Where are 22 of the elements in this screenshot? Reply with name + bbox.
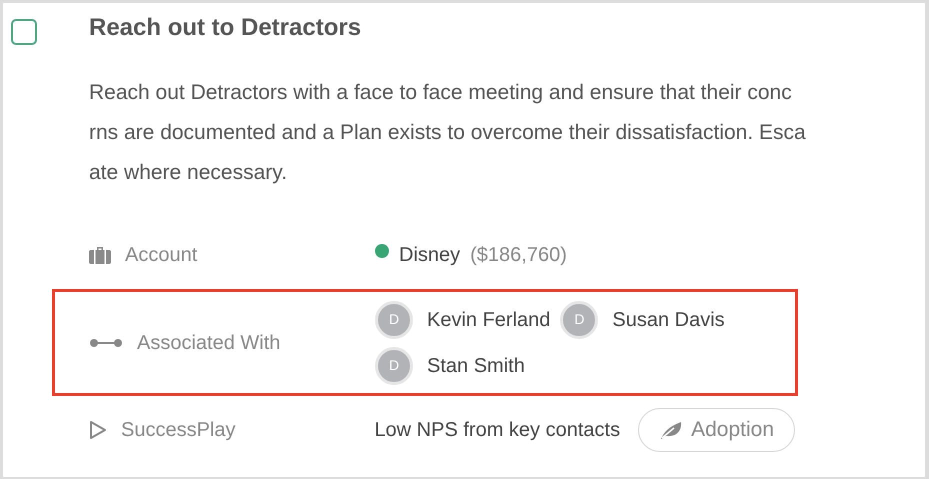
field-label: Account	[125, 243, 198, 268]
play-name[interactable]: Low NPS from key contacts	[374, 415, 620, 445]
contact-name[interactable]: Kevin Ferland	[427, 304, 550, 334]
avatar: D	[375, 346, 413, 384]
contact-name[interactable]: Stan Smith	[427, 350, 525, 380]
tag-chip[interactable]: Adoption	[638, 408, 795, 452]
leaf-icon	[659, 420, 684, 440]
field-label: Associated With	[137, 330, 280, 356]
account-amount: ($186,760)	[470, 243, 567, 268]
task-checkbox[interactable]	[11, 19, 37, 45]
contact-name[interactable]: Susan Davis	[612, 304, 725, 334]
account-name[interactable]: Disney	[399, 240, 460, 270]
description-line: rns are documented and a Plan exists to overcome their dissatisfaction. Esca	[89, 120, 806, 146]
description-line: ate where necessary.	[89, 160, 288, 186]
briefcase-icon	[89, 246, 111, 264]
connection-icon	[89, 338, 123, 348]
task-title: Reach out to Detractors	[89, 13, 362, 43]
description-line: Reach out Detractors with a face to face meeting and ensure that their conc	[89, 80, 792, 106]
avatar: D	[375, 300, 413, 338]
field-label: SuccessPlay	[121, 418, 236, 443]
avatar: D	[560, 300, 598, 338]
play-icon	[89, 420, 107, 440]
